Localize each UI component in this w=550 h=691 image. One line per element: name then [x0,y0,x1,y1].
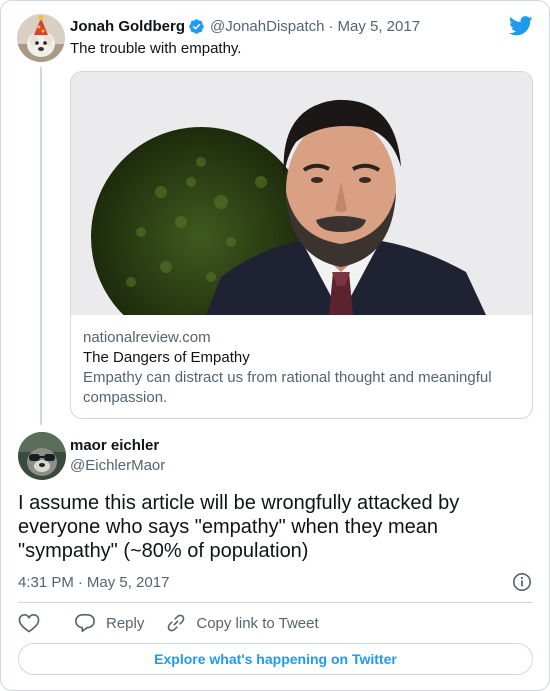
parent-tweet-text: The trouble with empathy. [70,40,242,57]
info-icon[interactable] [512,572,532,592]
main-tweet-timestamp[interactable]: 4:31 PM · May 5, 2017 [18,572,169,592]
link-description: Empathy can distract us from rational th… [83,369,492,406]
tweet-time: 4:31 PM [18,573,74,591]
parent-author-avatar[interactable] [17,14,65,62]
parent-author-handle[interactable]: @JonahDispatch [210,18,324,35]
main-tweet-text: I assume this article will be wrongfully… [18,492,460,562]
main-author-avatar[interactable] [18,432,66,480]
timestamp-separator: · [77,573,83,591]
verified-badge-icon [188,18,205,35]
parent-separator: · [328,17,334,35]
main-author-name[interactable]: maor eichler [70,437,159,454]
explore-twitter-button[interactable]: Explore what's happening on Twitter [18,643,533,675]
tweet-embed-card: Jonah Goldberg @JonahDispatch · May 5, 2… [0,0,550,691]
link-domain: nationalreview.com [83,329,211,346]
reply-label: Reply [106,614,145,632]
thread-connector-line [40,67,42,425]
actions-divider [18,602,533,603]
link-title: The Dangers of Empathy [83,349,250,366]
copy-link-button[interactable]: Copy link to Tweet [166,613,319,633]
speech-bubble-icon [75,614,95,632]
copy-link-label: Copy link to Tweet [196,614,319,632]
link-icon [168,614,185,632]
heart-icon [18,613,40,633]
like-button[interactable] [18,613,40,633]
link-preview-meta: nationalreview.com The Dangers of Empath… [83,328,520,408]
link-preview-image [71,72,532,315]
twitter-bird-icon[interactable] [509,15,533,37]
reply-button[interactable]: Reply [74,613,144,633]
link-preview-card[interactable]: nationalreview.com The Dangers of Empath… [70,71,533,419]
parent-author-name[interactable]: Jonah Goldberg [70,18,185,35]
parent-tweet-date[interactable]: May 5, 2017 [337,18,420,35]
parent-tweet-header: Jonah Goldberg @JonahDispatch · May 5, 2… [70,16,420,36]
tweet-actions-bar: Reply Copy link to Tweet [18,612,319,634]
tweet-date: May 5, 2017 [86,573,170,591]
main-author-handle[interactable]: @EichlerMaor [70,457,165,474]
